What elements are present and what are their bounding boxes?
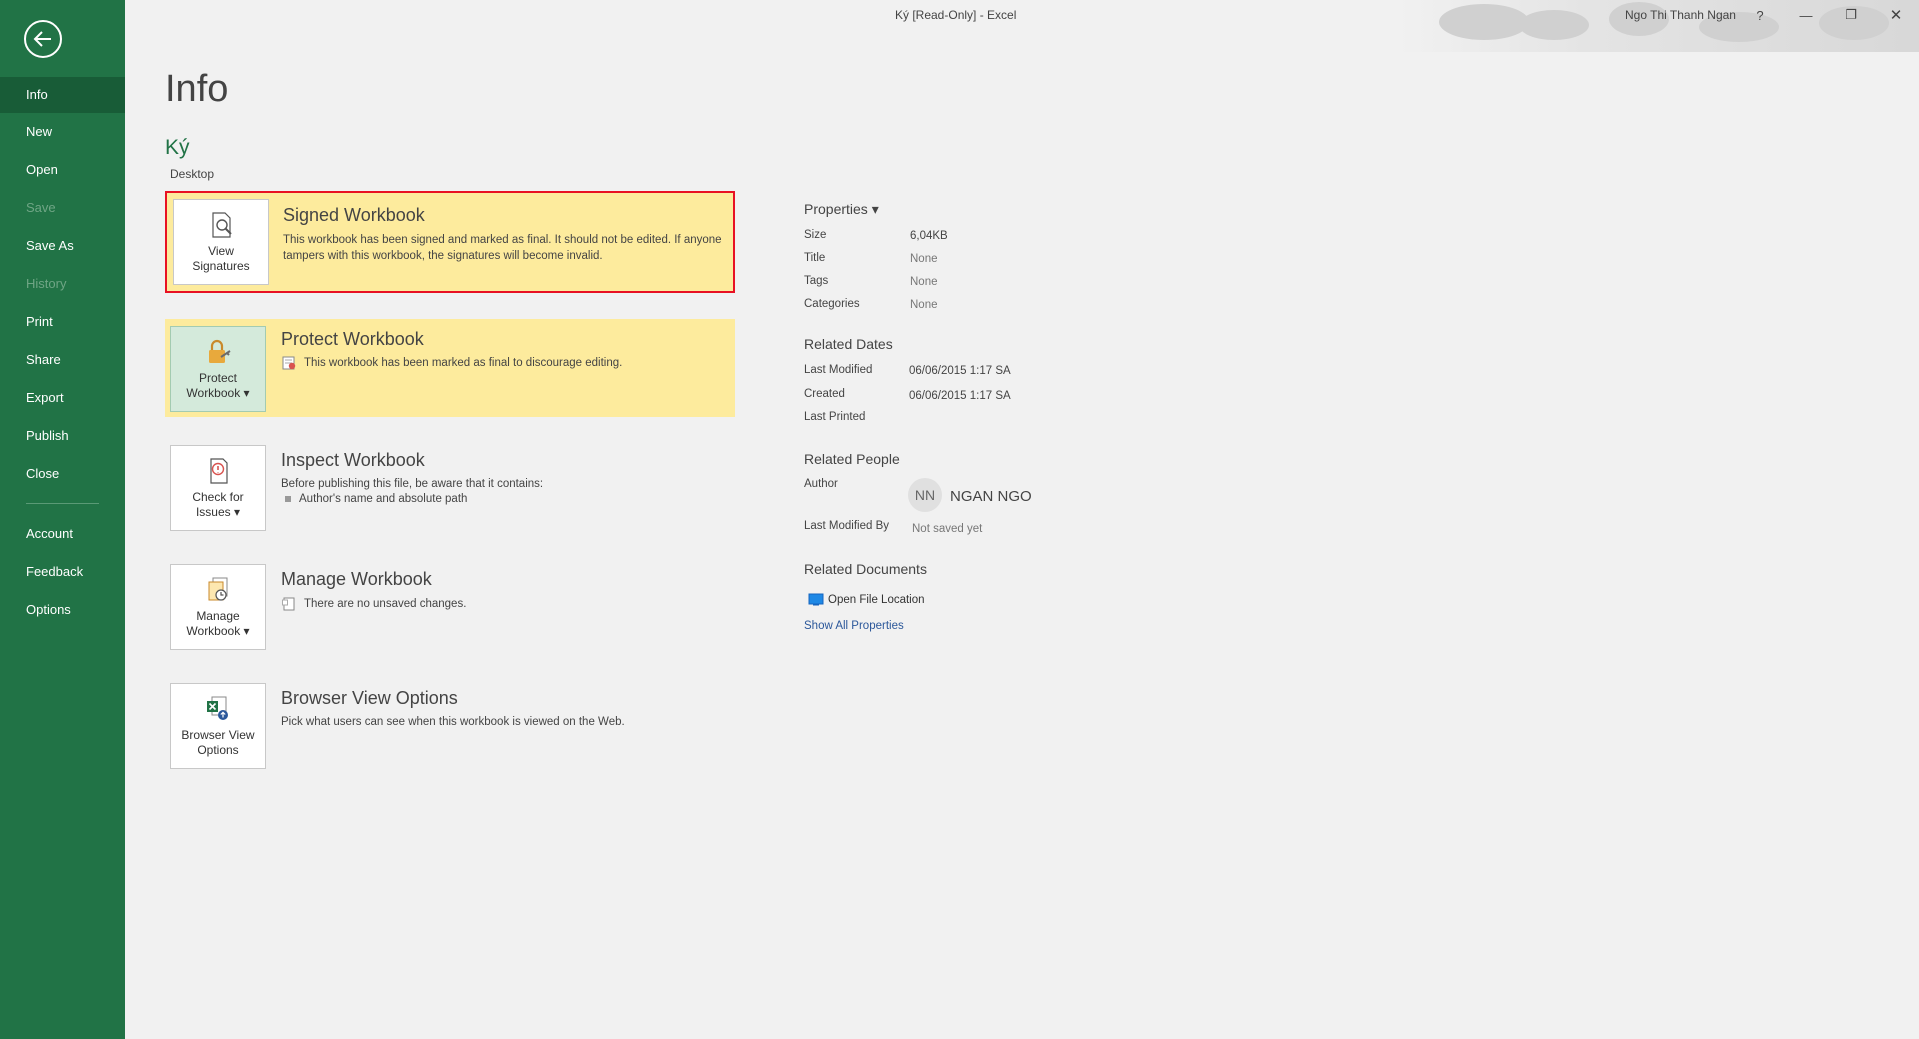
- inspect-workbook-desc: Before publishing this file, be aware th…: [281, 478, 544, 490]
- protect-workbook-button[interactable]: Protect Workbook ▾: [170, 326, 266, 412]
- page-title: Info: [165, 68, 229, 110]
- author-label: Author: [804, 478, 838, 490]
- open-file-location-text: Open File Location: [828, 593, 925, 606]
- nav-print[interactable]: Print: [0, 304, 125, 340]
- manage-workbook-button[interactable]: Manage Workbook ▾: [170, 564, 266, 650]
- related-people-heading: Related People: [804, 451, 900, 467]
- tags-value[interactable]: None: [910, 276, 938, 288]
- marked-final-icon: [282, 356, 296, 370]
- size-value: 6,04KB: [910, 230, 948, 242]
- tags-label: Tags: [804, 275, 829, 287]
- backstage-sidebar: Info New Open Save Save As History Print…: [0, 0, 125, 1039]
- author-name[interactable]: NGAN NGO: [950, 488, 1032, 505]
- size-label: Size: [804, 229, 827, 241]
- browser-view-title: Browser View Options: [281, 688, 458, 708]
- title-bar: Ký [Read-Only] - Excel Ngo Thi Thanh Nga…: [125, 0, 1919, 52]
- restore-button[interactable]: ❐: [1831, 2, 1871, 28]
- nav-close[interactable]: Close: [0, 456, 125, 492]
- view-signatures-label-1: View: [208, 244, 234, 258]
- nav-history[interactable]: History: [0, 266, 125, 302]
- properties-dropdown[interactable]: Properties ▾: [804, 201, 879, 218]
- signed-workbook-section: View Signatures Signed Workbook This wor…: [165, 191, 735, 293]
- file-location[interactable]: Desktop: [170, 167, 214, 181]
- last-modified-label: Last Modified: [804, 364, 873, 376]
- nav-feedback[interactable]: Feedback: [0, 554, 125, 590]
- help-button[interactable]: ?: [1740, 2, 1780, 28]
- browser-view-label-1: Browser View: [181, 728, 255, 742]
- created-value: 06/06/2015 1:17 SA: [909, 390, 1011, 402]
- view-signatures-label-2: Signatures: [192, 259, 250, 273]
- browser-view-desc: Pick what users can see when this workbo…: [281, 716, 625, 728]
- last-modified-value: 06/06/2015 1:17 SA: [909, 365, 1011, 377]
- last-printed-label: Last Printed: [804, 411, 866, 423]
- manage-workbook-section: Manage Workbook ▾ Manage Workbook There …: [165, 559, 735, 657]
- nav-save-as[interactable]: Save As: [0, 228, 125, 264]
- nav-export[interactable]: Export: [0, 380, 125, 416]
- folder-location-icon: [808, 593, 824, 606]
- protect-workbook-status: This workbook has been marked as final t…: [282, 356, 622, 370]
- manage-workbook-status: There are no unsaved changes.: [282, 597, 466, 611]
- related-dates-heading: Related Dates: [804, 336, 893, 352]
- nav-new[interactable]: New: [0, 114, 125, 150]
- title-value[interactable]: None: [910, 253, 938, 265]
- protect-workbook-desc: This workbook has been marked as final t…: [304, 357, 623, 369]
- browser-view-label-2: Options: [197, 743, 239, 757]
- lock-key-icon: [209, 339, 231, 363]
- back-button[interactable]: [24, 20, 62, 58]
- nav-open[interactable]: Open: [0, 152, 125, 188]
- show-all-properties-link[interactable]: Show All Properties: [804, 620, 904, 632]
- signed-workbook-title: Signed Workbook: [283, 205, 425, 225]
- browser-view-options-button[interactable]: Browser View Options: [170, 683, 266, 769]
- nav-save[interactable]: Save: [0, 190, 125, 226]
- manage-workbook-label-2: Workbook ▾: [186, 624, 250, 638]
- protect-workbook-title: Protect Workbook: [281, 329, 424, 349]
- author-avatar: NN: [908, 478, 942, 512]
- check-for-issues-button[interactable]: Check for Issues ▾: [170, 445, 266, 531]
- nav-info[interactable]: Info: [0, 77, 125, 113]
- excel-web-icon: [207, 696, 228, 720]
- arrow-left-icon: [33, 31, 51, 47]
- close-window-button[interactable]: ✕: [1876, 2, 1916, 28]
- title-label: Title: [804, 252, 826, 264]
- nav-account[interactable]: Account: [0, 516, 125, 552]
- view-signatures-button[interactable]: View Signatures: [173, 199, 269, 285]
- bullet-square-icon: [285, 496, 291, 502]
- check-for-issues-label-2: Issues ▾: [195, 505, 241, 519]
- nav-publish[interactable]: Publish: [0, 418, 125, 454]
- manage-workbook-label-1: Manage: [196, 609, 240, 623]
- categories-value[interactable]: None: [910, 299, 938, 311]
- inspect-bullet-item: Author's name and absolute path: [285, 493, 467, 505]
- nav-options[interactable]: Options: [0, 592, 125, 628]
- protect-workbook-label-1: Protect: [198, 371, 237, 385]
- signature-document-icon: [212, 212, 232, 238]
- window-title: Ký [Read-Only] - Excel: [895, 8, 1017, 22]
- manage-workbook-desc: There are no unsaved changes.: [304, 598, 467, 610]
- last-modified-by-value: Not saved yet: [912, 523, 983, 535]
- document-icon: [282, 597, 295, 611]
- protect-workbook-section: Protect Workbook ▾ Protect Workbook This…: [165, 319, 735, 417]
- inspect-workbook-section: Check for Issues ▾ Inspect Workbook Befo…: [165, 440, 735, 538]
- nav-divider: [26, 503, 99, 504]
- related-documents-heading: Related Documents: [804, 561, 927, 577]
- account-name[interactable]: Ngo Thi Thanh Ngan: [1625, 8, 1736, 22]
- file-name: Ký: [165, 136, 190, 159]
- manage-versions-icon: [208, 577, 228, 601]
- check-for-issues-label-1: Check for: [192, 490, 244, 504]
- signed-workbook-desc: This workbook has been signed and marked…: [283, 234, 722, 262]
- browser-view-section: Browser View Options Browser View Option…: [165, 678, 735, 776]
- inspect-document-icon: [210, 458, 228, 484]
- minimize-button[interactable]: —: [1786, 2, 1826, 28]
- protect-workbook-label-2: Workbook ▾: [186, 386, 250, 400]
- inspect-workbook-title: Inspect Workbook: [281, 450, 425, 470]
- manage-workbook-title: Manage Workbook: [281, 569, 432, 589]
- nav-share[interactable]: Share: [0, 342, 125, 378]
- categories-label: Categories: [804, 298, 860, 310]
- created-label: Created: [804, 388, 845, 400]
- last-modified-by-label: Last Modified By: [804, 520, 890, 532]
- open-file-location-link[interactable]: Open File Location: [808, 593, 925, 606]
- inspect-bullet-text: Author's name and absolute path: [299, 493, 468, 505]
